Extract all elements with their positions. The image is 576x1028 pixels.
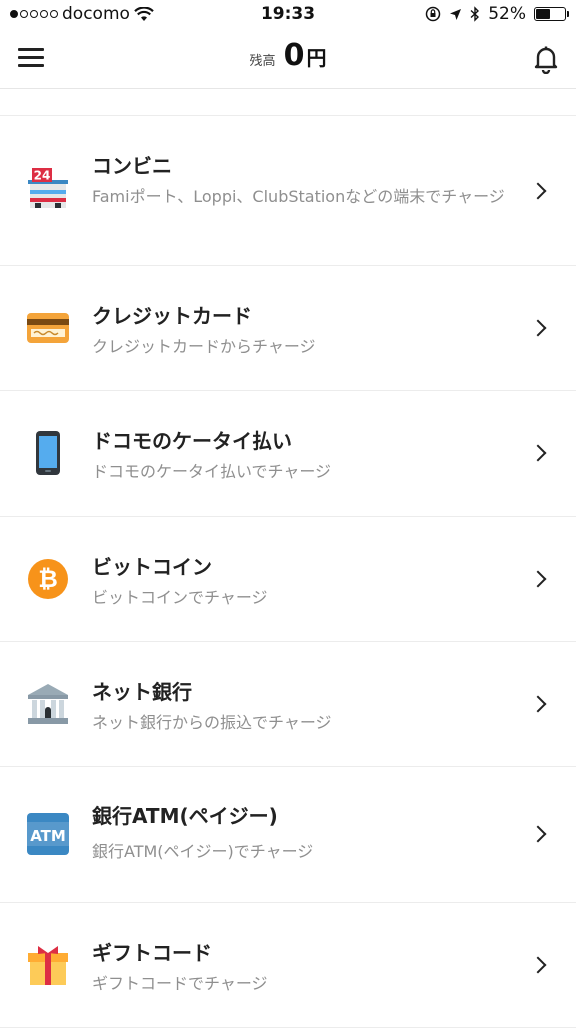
item-title: 銀行ATM(ペイジー) — [92, 804, 278, 828]
item-title: コンビニ — [92, 154, 172, 178]
charge-method-list: 24 コンビニ Famiポート、Loppi、ClubStationなどの端末でチ… — [0, 116, 576, 1028]
item-title: ビットコイン — [92, 555, 212, 579]
item-title: ギフトコード — [92, 941, 212, 965]
list-item-net-bank[interactable]: ネット銀行 ネット銀行からの振込でチャージ — [0, 642, 576, 767]
bank-icon — [28, 684, 68, 724]
atm-icon: ATM — [27, 813, 69, 855]
gift-icon — [28, 946, 68, 985]
atm-label-text: ATM — [30, 827, 66, 845]
battery-icon — [534, 7, 569, 21]
chevron-right-icon — [529, 319, 547, 337]
status-right: 52% — [425, 4, 569, 24]
item-title: クレジットカード — [92, 304, 252, 328]
balance-unit: 円 — [306, 46, 327, 70]
convenience-store-icon: 24 — [28, 168, 68, 208]
status-bar: docomo 19:33 52% — [0, 0, 576, 30]
item-description: ビットコインでチャージ — [92, 588, 268, 607]
item-title: ネット銀行 — [92, 680, 192, 704]
list-item-credit-card[interactable]: クレジットカード クレジットカードからチャージ — [0, 266, 576, 391]
chevron-right-icon — [529, 444, 547, 462]
list-item-gift-code[interactable]: ギフトコード ギフトコードでチャージ — [0, 903, 576, 1028]
bitcoin-icon: ₿ — [28, 559, 68, 599]
chevron-right-icon — [529, 695, 547, 713]
balance-label: 残高 — [249, 54, 276, 69]
item-description: Famiポート、Loppi、ClubStationなどの端末でチャージ — [92, 187, 505, 206]
header-bar: 残高 0 円 — [0, 30, 576, 89]
store-number-text: 24 — [34, 169, 51, 183]
chevron-right-icon — [529, 825, 547, 843]
notification-bell-icon[interactable] — [532, 44, 560, 74]
balance-display: 残高 0 円 — [0, 38, 576, 73]
item-description: ギフトコードでチャージ — [92, 974, 268, 993]
item-description: クレジットカードからチャージ — [92, 337, 316, 356]
mobile-phone-icon — [36, 431, 60, 475]
orientation-lock-icon — [425, 6, 441, 22]
credit-card-icon — [27, 313, 69, 343]
list-top-spacer — [0, 88, 576, 116]
chevron-right-icon — [529, 570, 547, 588]
location-arrow-icon — [450, 8, 462, 20]
list-item-bank-atm-payeasy[interactable]: ATM 銀行ATM(ペイジー) 銀行ATM(ペイジー)でチャージ — [0, 767, 576, 903]
chevron-right-icon — [529, 182, 547, 200]
bitcoin-symbol-text: ₿ — [38, 565, 58, 593]
battery-percent: 52% — [488, 4, 526, 24]
list-item-bitcoin[interactable]: ₿ ビットコイン ビットコインでチャージ — [0, 517, 576, 642]
balance-value: 0 — [283, 38, 305, 73]
item-description: ドコモのケータイ払いでチャージ — [92, 462, 332, 481]
item-title: ドコモのケータイ払い — [92, 429, 292, 453]
bluetooth-icon — [470, 6, 480, 22]
item-description: ネット銀行からの振込でチャージ — [92, 713, 332, 732]
battery-level-fill — [536, 9, 550, 19]
list-item-convenience-store[interactable]: 24 コンビニ Famiポート、Loppi、ClubStationなどの端末でチ… — [0, 116, 576, 266]
list-item-docomo-mobile-payment[interactable]: ドコモのケータイ払い ドコモのケータイ払いでチャージ — [0, 391, 576, 517]
item-description: 銀行ATM(ペイジー)でチャージ — [92, 842, 314, 861]
chevron-right-icon — [529, 956, 547, 974]
